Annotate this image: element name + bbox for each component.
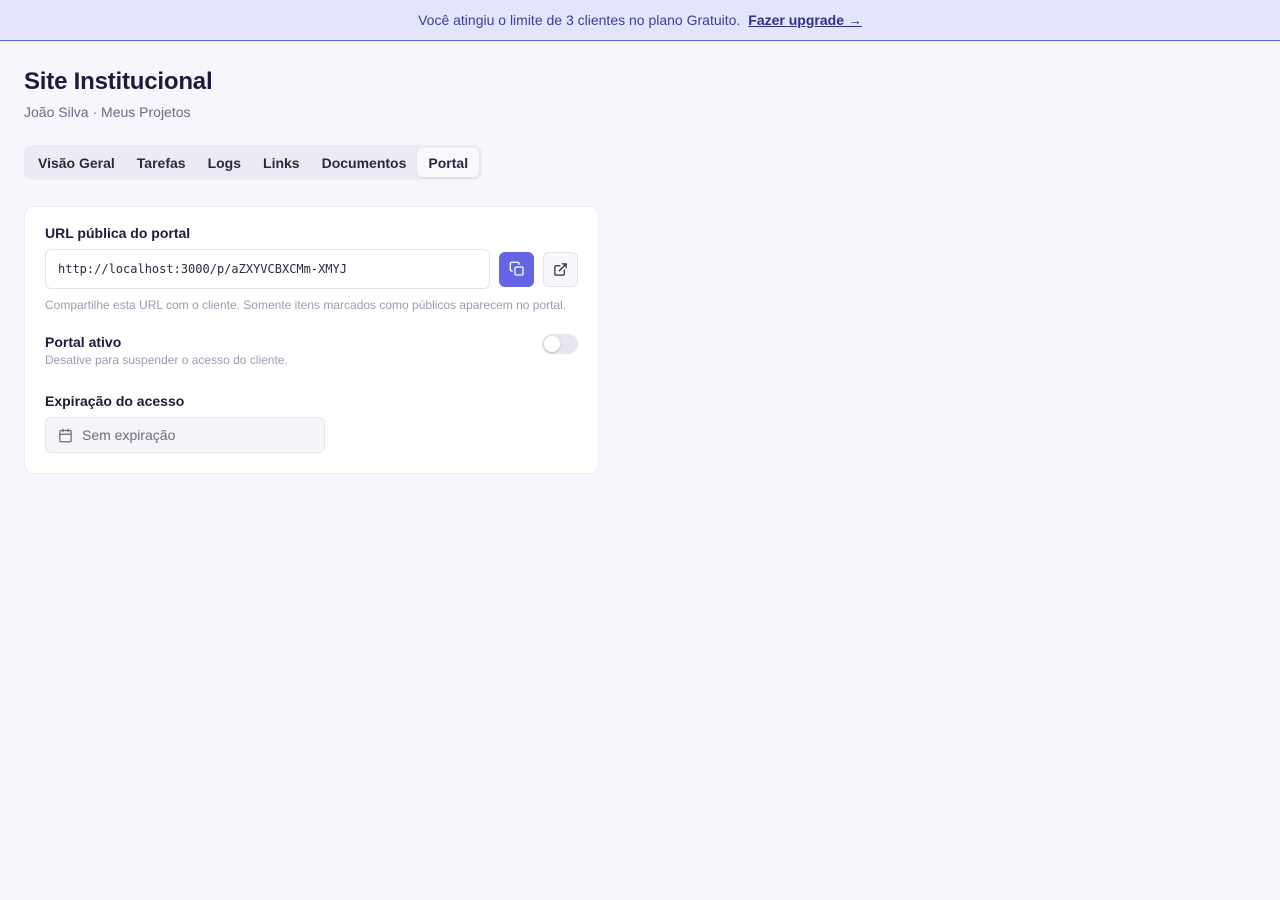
upgrade-banner: Você atingiu o limite de 3 clientes no p… xyxy=(0,0,1280,41)
portal-active-description: Desative para suspender o acesso do clie… xyxy=(45,353,288,367)
open-portal-button[interactable] xyxy=(543,251,578,287)
banner-message: Você atingiu o limite de 3 clientes no p… xyxy=(418,12,741,28)
expiration-value: Sem expiração xyxy=(82,427,176,443)
expiration-label: Expiração do acesso xyxy=(45,393,185,409)
tab-links[interactable]: Links xyxy=(252,148,311,177)
breadcrumb: João Silva · Meus Projetos xyxy=(24,104,191,120)
portal-active-text: Portal ativo Desative para suspender o a… xyxy=(45,334,288,367)
toggle-knob xyxy=(544,336,560,352)
portal-url-input[interactable] xyxy=(45,249,491,289)
upgrade-link[interactable]: Fazer upgrade → xyxy=(748,12,862,28)
portal-active-row: Portal ativo Desative para suspender o a… xyxy=(45,334,578,367)
copy-icon xyxy=(509,261,525,277)
url-hint: Compartilhe esta URL com o cliente. Some… xyxy=(45,298,567,312)
tab-portal[interactable]: Portal xyxy=(417,148,480,177)
portal-settings-card: URL pública do portal http://localhost:3… xyxy=(24,206,599,474)
page-title: Site Institucional xyxy=(24,68,213,95)
tab-logs[interactable]: Logs xyxy=(197,148,252,177)
url-label: URL pública do portal xyxy=(45,225,191,241)
portal-active-label: Portal ativo xyxy=(45,334,122,350)
tab-documents[interactable]: Documentos xyxy=(311,148,418,177)
copy-url-button[interactable] xyxy=(499,251,535,287)
expiration-date-picker[interactable]: Sem expiração xyxy=(45,417,325,453)
tab-bar: Visão Geral Tarefas Logs Links Documento… xyxy=(24,145,483,180)
url-row xyxy=(45,249,578,289)
portal-active-toggle[interactable] xyxy=(542,334,578,354)
calendar-icon xyxy=(58,428,73,443)
external-link-icon xyxy=(553,262,568,277)
tab-tasks[interactable]: Tarefas xyxy=(126,148,197,177)
page-content: Site Institucional João Silva · Meus Pro… xyxy=(0,68,1280,474)
tab-overview[interactable]: Visão Geral xyxy=(27,148,126,177)
